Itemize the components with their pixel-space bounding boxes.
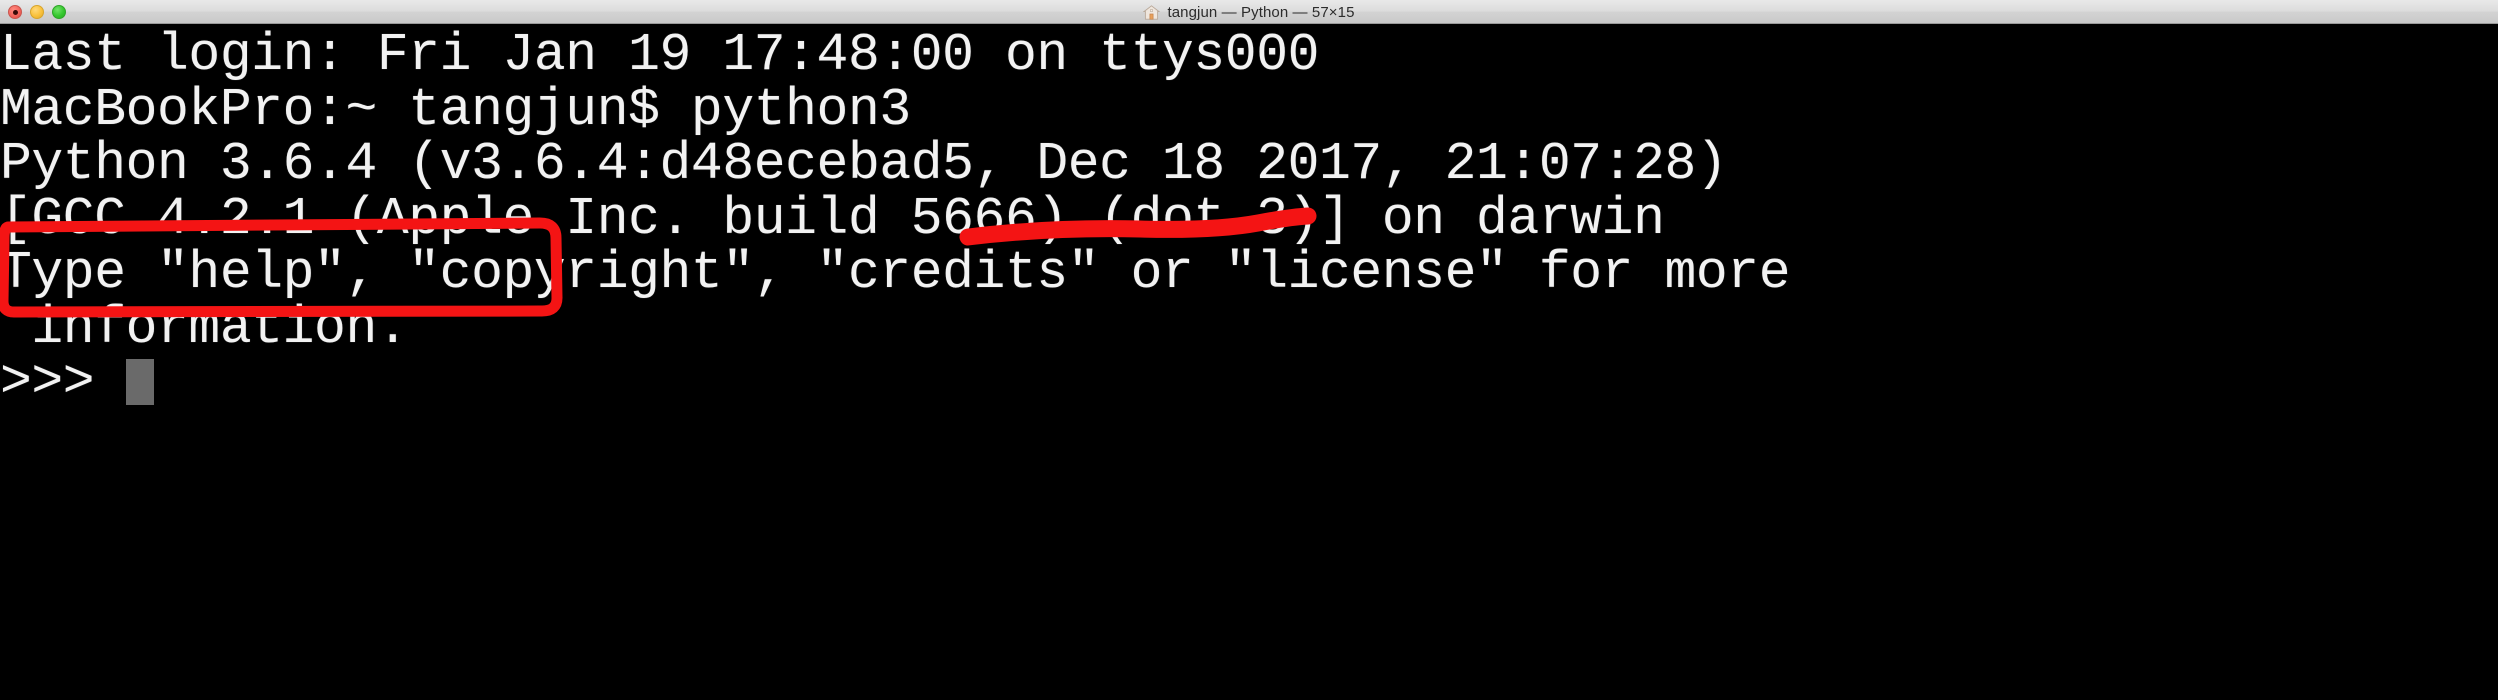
terminal-line: [GCC 4.2.1 (Apple Inc. build 5666) (dot …	[0, 188, 1665, 249]
zoom-button[interactable]	[52, 5, 66, 19]
home-icon	[1143, 4, 1161, 20]
window-controls	[8, 0, 66, 24]
window-titlebar: tangjun — Python — 57×15	[0, 0, 2498, 24]
terminal-output: Last login: Fri Jan 19 17:48:00 on ttys0…	[0, 25, 1791, 410]
window-title: tangjun — Python — 57×15	[1167, 3, 1355, 21]
close-button[interactable]	[8, 5, 22, 19]
window-title-group: tangjun — Python — 57×15	[0, 0, 2498, 24]
python-prompt: >>>	[0, 352, 126, 412]
terminal-prompt-line: >>>	[0, 355, 1790, 410]
terminal-screen[interactable]: Last login: Fri Jan 19 17:48:00 on ttys0…	[0, 24, 2498, 700]
terminal-line: Last login: Fri Jan 19 17:48:00 on ttys0…	[0, 25, 1320, 85]
terminal-window: tangjun — Python — 57×15 Last login: Fri…	[0, 0, 2498, 700]
terminal-line: Type "help", "copyright", "credits" or "…	[0, 243, 1791, 303]
terminal-line: information.	[0, 297, 409, 358]
terminal-line: MacBookPro:~ tangjun$ python3	[0, 79, 911, 140]
minimize-button[interactable]	[30, 5, 44, 19]
text-cursor	[125, 359, 154, 405]
terminal-line: Python 3.6.4 (v3.6.4:d48ecebad5, Dec 18 …	[0, 134, 1728, 194]
